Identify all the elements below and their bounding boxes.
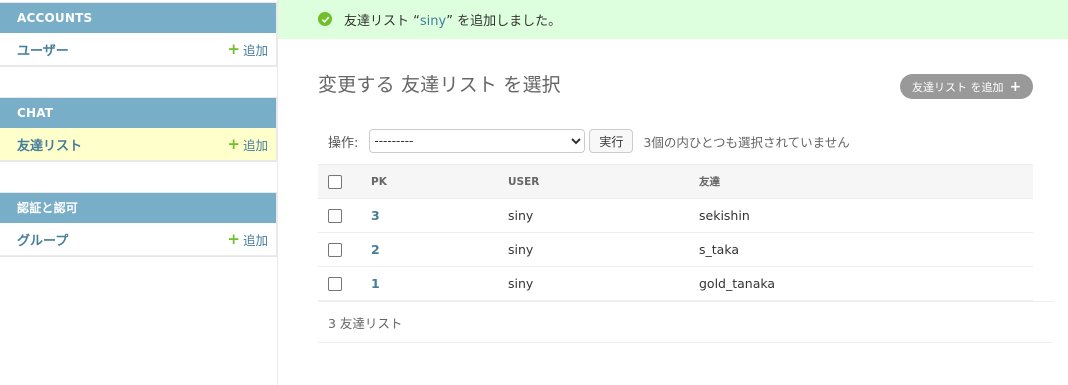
table-row: 2 siny s_taka bbox=[318, 232, 1033, 267]
message-object-link[interactable]: siny bbox=[420, 14, 446, 29]
sidebar-link-friends[interactable]: 友達リスト bbox=[17, 135, 82, 154]
sidebar-link-users[interactable]: ユーザー bbox=[17, 40, 69, 59]
action-select[interactable]: --------- bbox=[369, 129, 586, 153]
sidebar-item-friends: 友達リスト + 追加 bbox=[0, 128, 276, 161]
paginator: 3 友達リスト bbox=[318, 301, 1053, 343]
actions-bar: 操作: --------- 実行 3個の内ひとつも選択されていません bbox=[318, 129, 1033, 153]
pk-link[interactable]: 1 bbox=[371, 276, 380, 291]
row-select-cell bbox=[318, 198, 371, 233]
message-text: 友達リスト “siny” を追加しました。 bbox=[318, 10, 561, 29]
check-icon bbox=[318, 12, 332, 26]
friend-cell: sekishin bbox=[699, 198, 1033, 233]
add-user-link[interactable]: + 追加 bbox=[227, 40, 268, 59]
sidebar-item-users: ユーザー + 追加 bbox=[0, 33, 276, 66]
pk-cell: 2 bbox=[371, 232, 508, 267]
page-title: 変更する 友達リスト を選択 bbox=[318, 74, 561, 96]
add-button-label: 友達リスト を追加 bbox=[912, 80, 1004, 94]
pk-link[interactable]: 3 bbox=[371, 208, 380, 223]
friend-cell: gold_tanaka bbox=[699, 266, 1033, 301]
add-link-label: 追加 bbox=[242, 42, 268, 58]
table-header-row: PK USER 友達 bbox=[318, 164, 1033, 199]
plus-icon: + bbox=[227, 229, 240, 248]
pk-link[interactable]: 2 bbox=[371, 242, 380, 257]
module-caption[interactable]: ACCOUNTS bbox=[0, 3, 276, 33]
plus-icon: + bbox=[227, 39, 240, 58]
add-friend-link[interactable]: + 追加 bbox=[227, 135, 268, 154]
column-header-user[interactable]: USER bbox=[508, 164, 699, 199]
row-checkbox[interactable] bbox=[328, 209, 342, 224]
results-table: PK USER 友達 3 siny sekishin 2 siny s_taka… bbox=[318, 164, 1033, 301]
row-checkbox[interactable] bbox=[328, 243, 342, 258]
select-all-cell bbox=[318, 164, 371, 199]
action-counter: 3個の内ひとつも選択されていません bbox=[643, 134, 850, 150]
row-select-cell bbox=[318, 266, 371, 301]
sidebar-item-groups: グループ + 追加 bbox=[0, 223, 276, 256]
module-accounts: ACCOUNTS ユーザー + 追加 bbox=[0, 2, 277, 67]
plus-icon: + bbox=[227, 134, 240, 153]
column-header-friend[interactable]: 友達 bbox=[699, 164, 1033, 199]
table-row: 1 siny gold_tanaka bbox=[318, 266, 1033, 301]
message-suffix: ” を追加しました。 bbox=[446, 14, 562, 29]
add-link-label: 追加 bbox=[242, 232, 268, 248]
column-header-pk[interactable]: PK bbox=[371, 164, 508, 199]
add-group-link[interactable]: + 追加 bbox=[227, 230, 268, 249]
select-all-checkbox[interactable] bbox=[328, 174, 342, 189]
module-caption[interactable]: CHAT bbox=[0, 98, 276, 128]
action-label: 操作: bbox=[328, 135, 359, 151]
row-checkbox[interactable] bbox=[328, 277, 342, 292]
user-cell: siny bbox=[508, 266, 699, 301]
add-link-label: 追加 bbox=[242, 137, 268, 153]
pk-cell: 3 bbox=[371, 198, 508, 233]
plus-icon: + bbox=[1009, 78, 1022, 95]
module-auth: 認証と認可 グループ + 追加 bbox=[0, 192, 277, 257]
friend-cell: s_taka bbox=[699, 232, 1033, 267]
user-cell: siny bbox=[508, 232, 699, 267]
success-message: 友達リスト “siny” を追加しました。 bbox=[278, 0, 1068, 39]
table-row: 3 siny sekishin bbox=[318, 198, 1033, 233]
module-chat: CHAT 友達リスト + 追加 bbox=[0, 97, 277, 162]
row-select-cell bbox=[318, 232, 371, 267]
sidebar: ACCOUNTS ユーザー + 追加 CHAT 友達リスト + 追加 認証と認可… bbox=[0, 0, 278, 385]
module-caption[interactable]: 認証と認可 bbox=[0, 193, 276, 223]
add-friend-list-button[interactable]: 友達リスト を追加 + bbox=[900, 74, 1034, 99]
message-prefix: 友達リスト “ bbox=[344, 14, 420, 29]
user-cell: siny bbox=[508, 198, 699, 233]
run-button[interactable]: 実行 bbox=[589, 129, 634, 153]
pk-cell: 1 bbox=[371, 266, 508, 301]
sidebar-link-groups[interactable]: グループ bbox=[17, 230, 68, 249]
